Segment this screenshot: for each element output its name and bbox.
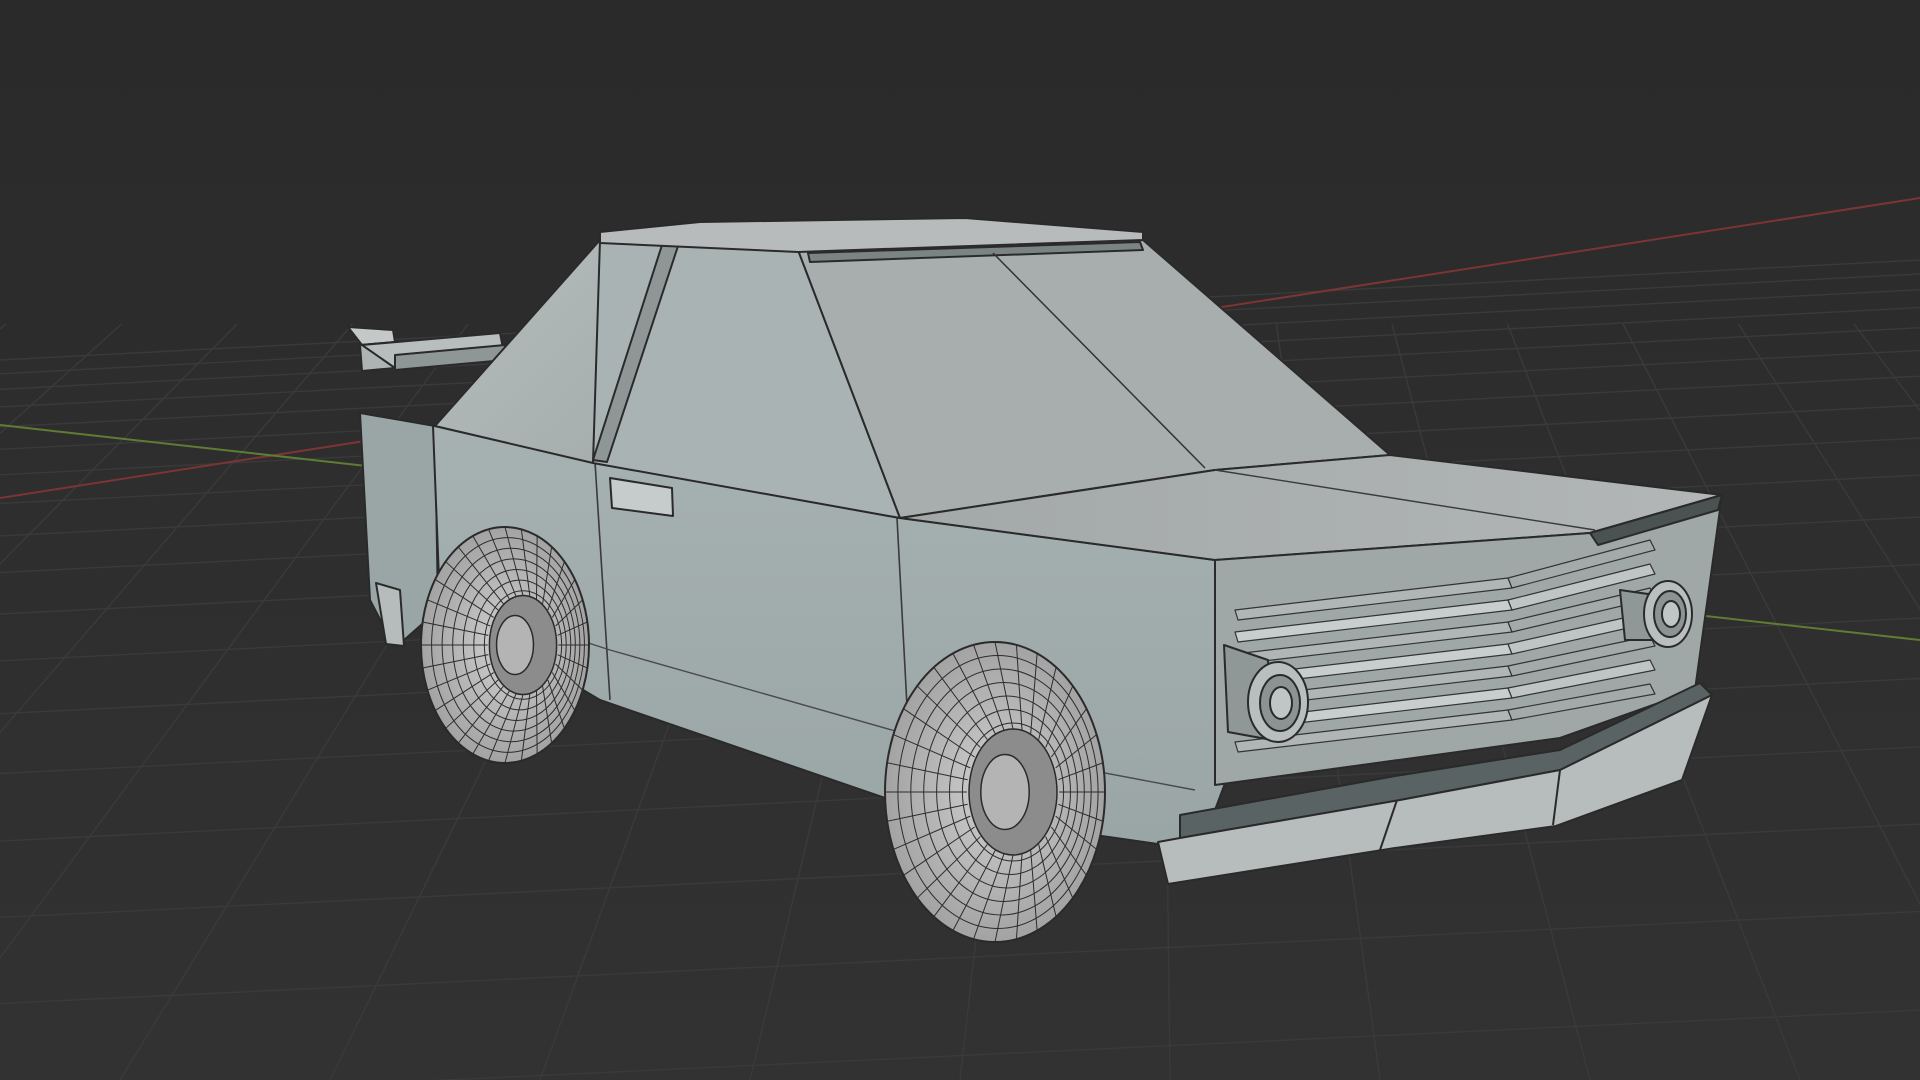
headlight-right (1619, 580, 1693, 648)
front-wheel[interactable] (884, 641, 1106, 943)
3d-viewport[interactable] (0, 0, 1920, 1080)
viewport-canvas[interactable] (0, 0, 1920, 1080)
rear-wheel[interactable] (420, 526, 590, 764)
